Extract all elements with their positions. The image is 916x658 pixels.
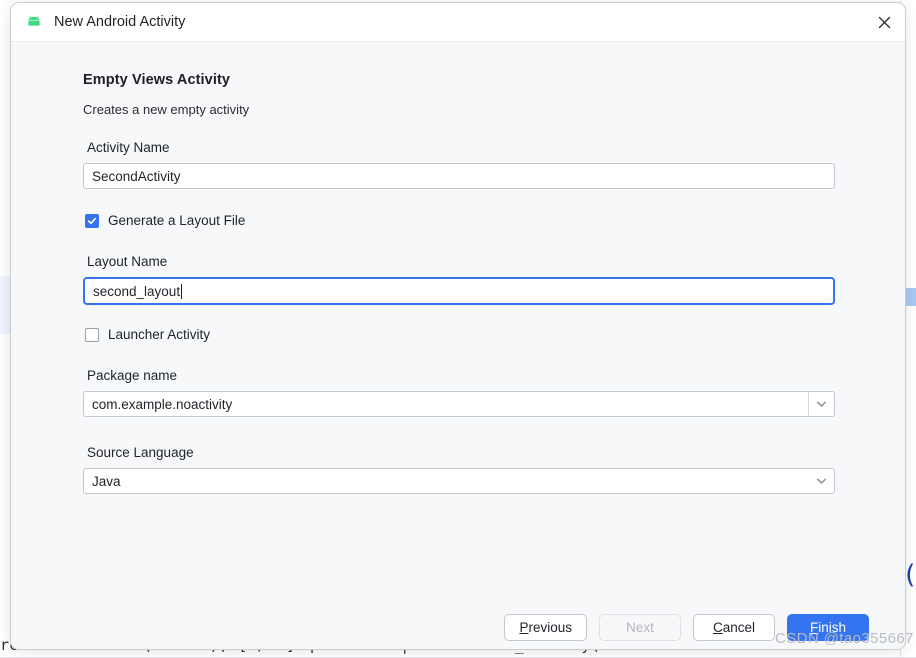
generate-layout-file-label: Generate a Layout File <box>108 213 246 228</box>
close-icon[interactable] <box>871 9 897 35</box>
cancel-button-mnemonic: C <box>712 619 723 635</box>
dialog-title: New Android Activity <box>54 14 186 30</box>
dialog-body: Empty Views Activity Creates a new empty… <box>11 42 905 607</box>
activity-form: Empty Views Activity Creates a new empty… <box>83 72 835 494</box>
activity-name-value: SecondActivity <box>92 168 181 184</box>
previous-button-mnemonic: P <box>519 619 529 635</box>
finish-button[interactable]: Finish <box>787 613 869 641</box>
form-heading: Empty Views Activity <box>83 72 231 88</box>
launcher-activity-label: Launcher Activity <box>108 327 211 342</box>
checkbox-checked-icon <box>85 213 99 228</box>
finish-button-mnemonic: F <box>809 619 819 635</box>
dialog-titlebar: New Android Activity <box>11 3 905 42</box>
package-name-combobox[interactable]: com.example.noactivity <box>83 391 835 417</box>
cancel-button-label: ancel <box>722 619 756 635</box>
layout-name-input[interactable]: second_layout <box>83 277 835 305</box>
launcher-activity-checkbox[interactable]: Launcher Activity <box>85 327 835 342</box>
finish-button-label: inish <box>818 619 846 635</box>
form-description: Creates a new empty activity <box>83 102 250 117</box>
dialog-footer: Previous Next Cancel Finish <box>11 605 905 649</box>
previous-button-label: revious <box>528 619 572 635</box>
android-icon <box>25 13 43 31</box>
previous-button[interactable]: Previous <box>504 613 587 641</box>
next-button-label: Next <box>626 619 654 635</box>
checkbox-unchecked-icon <box>85 327 99 342</box>
cancel-button[interactable]: Cancel <box>693 613 775 641</box>
activity-name-label: Activity Name <box>87 140 170 155</box>
activity-name-input[interactable]: SecondActivity <box>83 163 835 189</box>
package-name-value: com.example.noactivity <box>92 396 233 412</box>
source-language-label: Source Language <box>87 445 194 460</box>
new-android-activity-dialog: New Android Activity Empty Views Activit… <box>10 2 906 650</box>
generate-layout-file-checkbox[interactable]: Generate a Layout File <box>85 213 835 228</box>
source-language-combobox[interactable]: Java <box>83 468 835 494</box>
text-caret <box>181 283 183 299</box>
next-button[interactable]: Next <box>599 613 681 641</box>
layout-name-value: second_layout <box>93 283 181 299</box>
chevron-down-icon[interactable] <box>809 469 834 493</box>
package-name-label: Package name <box>87 368 178 383</box>
source-language-value: Java <box>92 473 121 489</box>
layout-name-label: Layout Name <box>87 254 168 269</box>
chevron-down-icon[interactable] <box>808 392 834 416</box>
